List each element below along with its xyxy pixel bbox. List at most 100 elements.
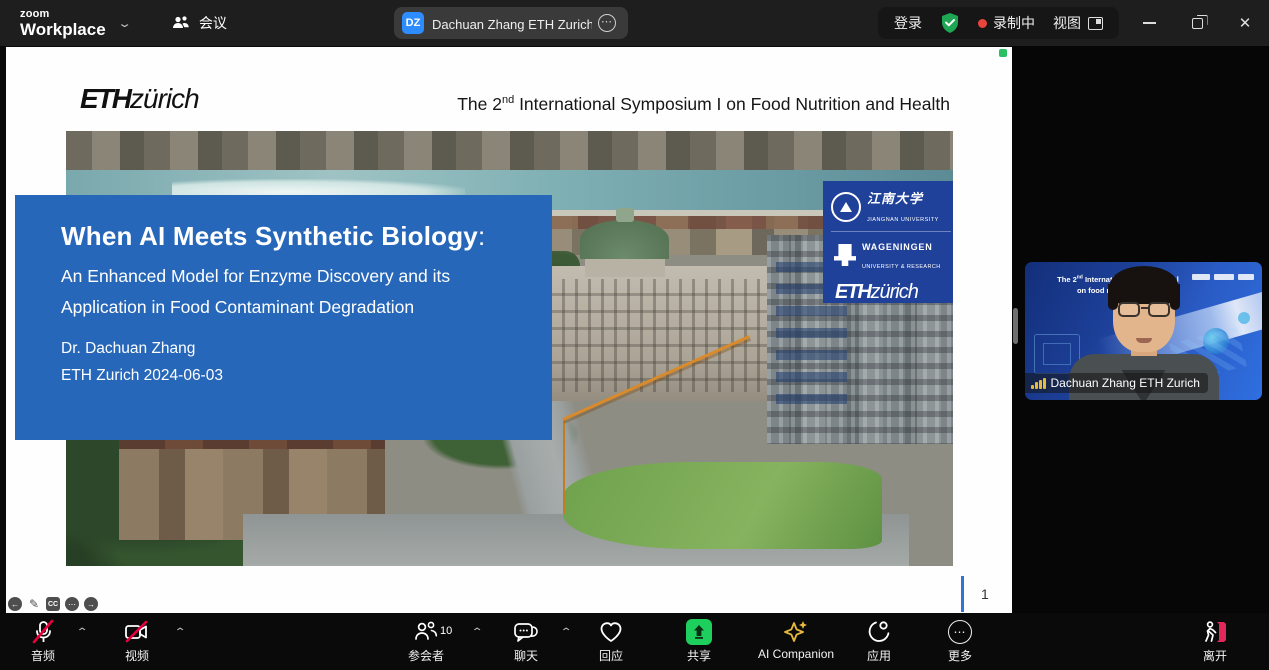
more-ellipsis-icon: ⋯ — [948, 620, 972, 644]
zoom-app-window: zoom Workplace ⌄ 会议 DZ Dachuan Zhang ETH… — [0, 0, 1269, 670]
shared-screen-tab[interactable]: DZ Dachuan Zhang ETH Zurich的屏幕 ⋯ — [394, 7, 628, 39]
jiangnan-logo-row: 江南大学 JIANGNAN UNIVERSITY — [831, 188, 951, 226]
participants-label: 参会者 — [408, 647, 444, 664]
annotation-pencil-button[interactable]: ✎ — [27, 597, 41, 611]
page-number: 1 — [981, 586, 989, 602]
photo-crane-mast — [563, 418, 565, 514]
brand-workplace: Workplace — [20, 21, 106, 38]
symposium-title-pre: The 2 — [457, 94, 502, 114]
chat-button[interactable]: 聊天 — [512, 619, 540, 664]
eth-white-bold: ETH — [835, 281, 871, 303]
participants-count: 10 — [440, 625, 452, 637]
jiangnan-name-cn: 江南大学 — [867, 191, 923, 206]
leave-button[interactable]: 离开 — [1200, 619, 1230, 664]
minimize-icon — [1143, 22, 1156, 24]
view-layout-icon — [1088, 17, 1103, 30]
minimize-button[interactable] — [1125, 0, 1173, 46]
scroll-indicator[interactable] — [961, 576, 964, 612]
ai-sparkle-icon — [782, 619, 810, 645]
photo-city-skyline — [66, 131, 953, 170]
speaker-hair — [1110, 266, 1178, 304]
annotation-toolbar: ← ✎ CC ⋯ → — [8, 597, 98, 611]
annotation-more-button[interactable]: ⋯ — [65, 597, 79, 611]
wageningen-name: WAGENINGEN — [862, 242, 933, 252]
brand-zoom: zoom — [20, 9, 106, 20]
share-button[interactable]: 共享 — [686, 619, 712, 664]
ai-companion-button[interactable]: AI Companion — [758, 619, 834, 661]
participants-icon — [413, 620, 439, 644]
speaker-mouth — [1136, 338, 1152, 343]
logo-divider — [831, 231, 951, 232]
chevron-down-icon[interactable]: ⌄ — [117, 17, 132, 30]
glasses-left-lens — [1118, 302, 1140, 317]
audio-options-chevron[interactable]: ⌃ — [76, 627, 89, 638]
speaker-name-label: Dachuan Zhang ETH Zurich — [1051, 376, 1200, 390]
slide-title-box: When AI Meets Synthetic Biology: An Enha… — [15, 195, 552, 440]
tab-more-icon[interactable]: ⋯ — [598, 14, 616, 32]
eth-white-light: zürich — [871, 281, 918, 303]
meeting-tab[interactable]: 会议 — [171, 13, 227, 33]
reactions-label: 回应 — [599, 647, 623, 664]
avatar: DZ — [402, 12, 424, 34]
jiangnan-name-en: JIANGNAN UNIVERSITY — [867, 217, 939, 223]
eth-logo-white: ETHzürich — [835, 281, 951, 304]
chat-icon — [512, 619, 540, 645]
photo-dome-cupola — [616, 208, 634, 222]
shield-check-icon[interactable] — [940, 12, 960, 34]
speaker-name-badge: Dachuan Zhang ETH Zurich — [1025, 373, 1208, 393]
share-screen-icon — [686, 619, 712, 645]
leave-label: 离开 — [1203, 647, 1227, 664]
photo-green-dome — [580, 220, 669, 259]
shared-screen-tab-title: Dachuan Zhang ETH Zurich的屏幕 — [432, 14, 592, 33]
apps-icon — [866, 619, 892, 645]
zoom-workplace-logo: zoom Workplace — [20, 9, 106, 38]
meeting-toolbar: 音频 ⌃ 视频 ⌃ 参会者 10 ⌃ 聊天 ⌃ — [0, 613, 1269, 670]
symposium-title-sup: nd — [502, 94, 514, 106]
annotation-back-button[interactable]: ← — [8, 597, 22, 611]
audio-button[interactable]: 音频 — [30, 619, 56, 664]
speaker-video-thumbnail[interactable]: The 2nd International Symposium Ⅰ on foo… — [1025, 262, 1262, 400]
participants-options-chevron[interactable]: ⌃ — [471, 627, 484, 638]
shared-slide: ETHzürich The 2nd International Symposiu… — [6, 47, 1012, 613]
video-label: 视频 — [125, 647, 149, 664]
video-button[interactable]: 视频 — [122, 619, 152, 664]
wageningen-logo-row: WAGENINGEN UNIVERSITY & RESEARCH — [831, 237, 951, 273]
signin-button[interactable]: 登录 — [894, 13, 922, 33]
camera-off-icon — [122, 619, 152, 645]
slide-heading-colon: : — [478, 221, 485, 251]
restore-icon — [1192, 18, 1203, 29]
ai-companion-label: AI Companion — [758, 647, 834, 661]
symposium-title: The 2nd International Symposium I on Foo… — [6, 94, 950, 115]
view-button[interactable]: 视图 — [1053, 13, 1103, 33]
video-options-chevron[interactable]: ⌃ — [174, 627, 187, 638]
annotation-forward-button[interactable]: → — [84, 597, 98, 611]
photo-lawn — [563, 462, 882, 549]
slide-subtitle-line2: Application in Food Contaminant Degradat… — [61, 297, 414, 318]
glasses-bridge — [1141, 307, 1148, 309]
audio-label: 音频 — [31, 647, 55, 664]
main-content: ETHzürich The 2nd International Symposiu… — [0, 46, 1269, 613]
apps-label: 应用 — [867, 647, 891, 664]
participants-button[interactable]: 参会者 — [408, 619, 444, 664]
more-button[interactable]: ⋯ 更多 — [948, 619, 972, 664]
speaker-glasses — [1116, 302, 1172, 318]
chat-options-chevron[interactable]: ⌃ — [560, 627, 573, 638]
jiangnan-seal-icon — [831, 192, 861, 222]
audio-level-icon — [1031, 378, 1046, 389]
apps-button[interactable]: 应用 — [866, 619, 892, 664]
closed-captions-button[interactable]: CC — [46, 597, 60, 611]
share-label: 共享 — [687, 647, 711, 664]
recording-indicator[interactable]: 录制中 — [978, 13, 1035, 33]
thumbnail-collapse-handle[interactable] — [1013, 308, 1018, 344]
close-button[interactable]: ✕ — [1221, 0, 1269, 46]
leave-meeting-icon — [1200, 619, 1230, 645]
people-icon — [171, 15, 191, 31]
recording-label: 录制中 — [993, 13, 1035, 33]
reactions-button[interactable]: 回应 — [598, 619, 624, 664]
microphone-muted-icon — [30, 619, 56, 645]
restore-button[interactable] — [1173, 0, 1221, 46]
university-logo-panel: 江南大学 JIANGNAN UNIVERSITY WAGENINGEN UNIV… — [823, 181, 953, 303]
slide-heading: When AI Meets Synthetic Biology: — [61, 221, 485, 252]
chat-label: 聊天 — [514, 647, 538, 664]
view-label: 视图 — [1053, 13, 1081, 33]
